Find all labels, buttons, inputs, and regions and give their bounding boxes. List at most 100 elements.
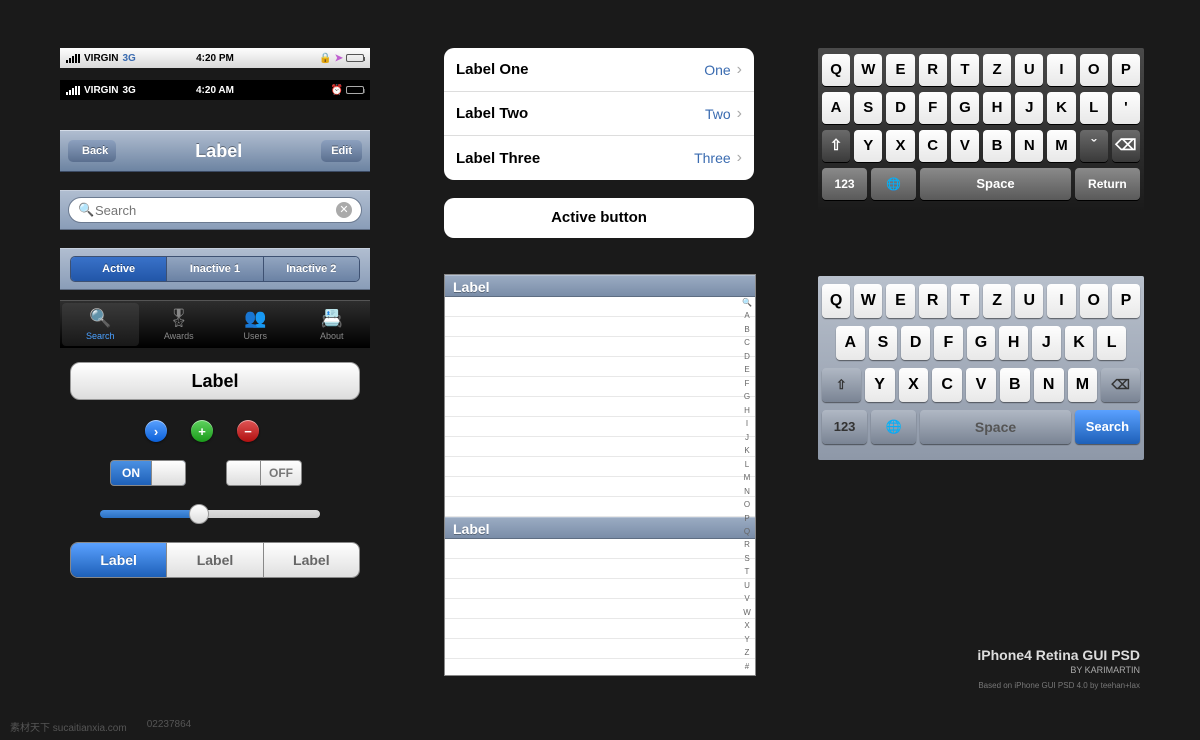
key-globe[interactable]: 🌐: [871, 410, 916, 444]
edit-button[interactable]: Edit: [321, 140, 362, 162]
key-n[interactable]: N: [1034, 368, 1064, 402]
disclosure-button[interactable]: ›: [145, 420, 167, 442]
key-'[interactable]: ': [1112, 92, 1140, 124]
index-letter[interactable]: E: [741, 366, 753, 374]
key-d[interactable]: D: [886, 92, 914, 124]
key-u[interactable]: U: [1015, 284, 1043, 318]
toggle-off[interactable]: OFF: [226, 460, 302, 486]
segment-inactive-1[interactable]: Inactive 1: [167, 257, 263, 281]
table-section[interactable]: [445, 539, 755, 675]
key-q[interactable]: Q: [822, 54, 850, 86]
key-c[interactable]: C: [932, 368, 962, 402]
key-⇧[interactable]: ⇧: [822, 130, 850, 162]
key-123[interactable]: 123: [822, 410, 867, 444]
key-l[interactable]: L: [1097, 326, 1126, 360]
key-s[interactable]: S: [854, 92, 882, 124]
index-letter[interactable]: L: [741, 461, 753, 469]
label-button[interactable]: Label: [70, 362, 360, 400]
key-p[interactable]: P: [1112, 284, 1140, 318]
table-row[interactable]: Label Three Three ›: [444, 136, 754, 180]
key-d[interactable]: D: [901, 326, 930, 360]
key-return[interactable]: Return: [1075, 168, 1140, 200]
index-letter[interactable]: 🔍: [741, 299, 753, 307]
segment[interactable]: Label: [167, 543, 263, 577]
tab-about[interactable]: 📇About: [294, 301, 371, 348]
index-letter[interactable]: #: [741, 663, 753, 671]
index-letter[interactable]: H: [741, 407, 753, 415]
index-letter[interactable]: S: [741, 555, 753, 563]
key-globe[interactable]: 🌐: [871, 168, 916, 200]
index-letter[interactable]: I: [741, 420, 753, 428]
key-x[interactable]: X: [886, 130, 914, 162]
key-g[interactable]: G: [967, 326, 996, 360]
tab-search[interactable]: 🔍Search: [62, 303, 139, 346]
tab-users[interactable]: 👥Users: [217, 301, 294, 348]
key-z[interactable]: Z: [983, 284, 1011, 318]
key-o[interactable]: O: [1080, 284, 1108, 318]
key-v[interactable]: V: [966, 368, 996, 402]
index-letter[interactable]: N: [741, 488, 753, 496]
key-e[interactable]: E: [886, 284, 914, 318]
key-k[interactable]: K: [1065, 326, 1094, 360]
key-z[interactable]: Z: [983, 54, 1011, 86]
table-row[interactable]: Label Two Two ›: [444, 92, 754, 136]
key-123[interactable]: 123: [822, 168, 867, 200]
key-o[interactable]: O: [1080, 54, 1108, 86]
key-b[interactable]: B: [1000, 368, 1030, 402]
key-f[interactable]: F: [934, 326, 963, 360]
key-i[interactable]: I: [1047, 284, 1075, 318]
key-n[interactable]: N: [1015, 130, 1043, 162]
key-v[interactable]: V: [951, 130, 979, 162]
key-q[interactable]: Q: [822, 284, 850, 318]
key-k[interactable]: K: [1047, 92, 1075, 124]
segment-inactive-2[interactable]: Inactive 2: [264, 257, 359, 281]
key-w[interactable]: W: [854, 284, 882, 318]
active-button[interactable]: Active button: [444, 198, 754, 238]
segment-active[interactable]: Active: [71, 257, 167, 281]
segment[interactable]: Label: [264, 543, 359, 577]
key-l[interactable]: L: [1080, 92, 1108, 124]
key-i[interactable]: I: [1047, 54, 1075, 86]
index-letter[interactable]: J: [741, 434, 753, 442]
delete-button[interactable]: −: [237, 420, 259, 442]
key-e[interactable]: E: [886, 54, 914, 86]
key-x[interactable]: X: [899, 368, 929, 402]
index-letter[interactable]: Z: [741, 649, 753, 657]
key-b[interactable]: B: [983, 130, 1011, 162]
key-m[interactable]: M: [1047, 130, 1075, 162]
index-letter[interactable]: X: [741, 622, 753, 630]
key-⌫[interactable]: ⌫: [1101, 368, 1140, 402]
index-letter[interactable]: Q: [741, 528, 753, 536]
key-p[interactable]: P: [1112, 54, 1140, 86]
key-t[interactable]: T: [951, 54, 979, 86]
key-space[interactable]: Space: [920, 410, 1070, 444]
key-t[interactable]: T: [951, 284, 979, 318]
tab-awards[interactable]: 🎖Awards: [141, 301, 218, 348]
add-button[interactable]: +: [191, 420, 213, 442]
key-f[interactable]: F: [919, 92, 947, 124]
toggle-on[interactable]: ON: [110, 460, 186, 486]
key-c[interactable]: C: [919, 130, 947, 162]
index-letter[interactable]: P: [741, 515, 753, 523]
key-ˇ[interactable]: ˇ: [1080, 130, 1108, 162]
key-g[interactable]: G: [951, 92, 979, 124]
index-letter[interactable]: O: [741, 501, 753, 509]
key-u[interactable]: U: [1015, 54, 1043, 86]
key-a[interactable]: A: [836, 326, 865, 360]
index-letter[interactable]: D: [741, 353, 753, 361]
index-letter[interactable]: M: [741, 474, 753, 482]
clear-icon[interactable]: ✕: [336, 202, 352, 218]
search-input[interactable]: [68, 197, 362, 223]
index-letter[interactable]: B: [741, 326, 753, 334]
segment-selected[interactable]: Label: [71, 543, 167, 577]
index-letter[interactable]: R: [741, 541, 753, 549]
section-index[interactable]: 🔍ABCDEFGHIJKLMNOPQRSTUVWXYZ#: [741, 299, 753, 671]
index-letter[interactable]: Y: [741, 636, 753, 644]
key-r[interactable]: R: [919, 54, 947, 86]
index-letter[interactable]: F: [741, 380, 753, 388]
key-a[interactable]: A: [822, 92, 850, 124]
key-⌫[interactable]: ⌫: [1112, 130, 1140, 162]
key-w[interactable]: W: [854, 54, 882, 86]
index-letter[interactable]: C: [741, 339, 753, 347]
key-j[interactable]: J: [1015, 92, 1043, 124]
